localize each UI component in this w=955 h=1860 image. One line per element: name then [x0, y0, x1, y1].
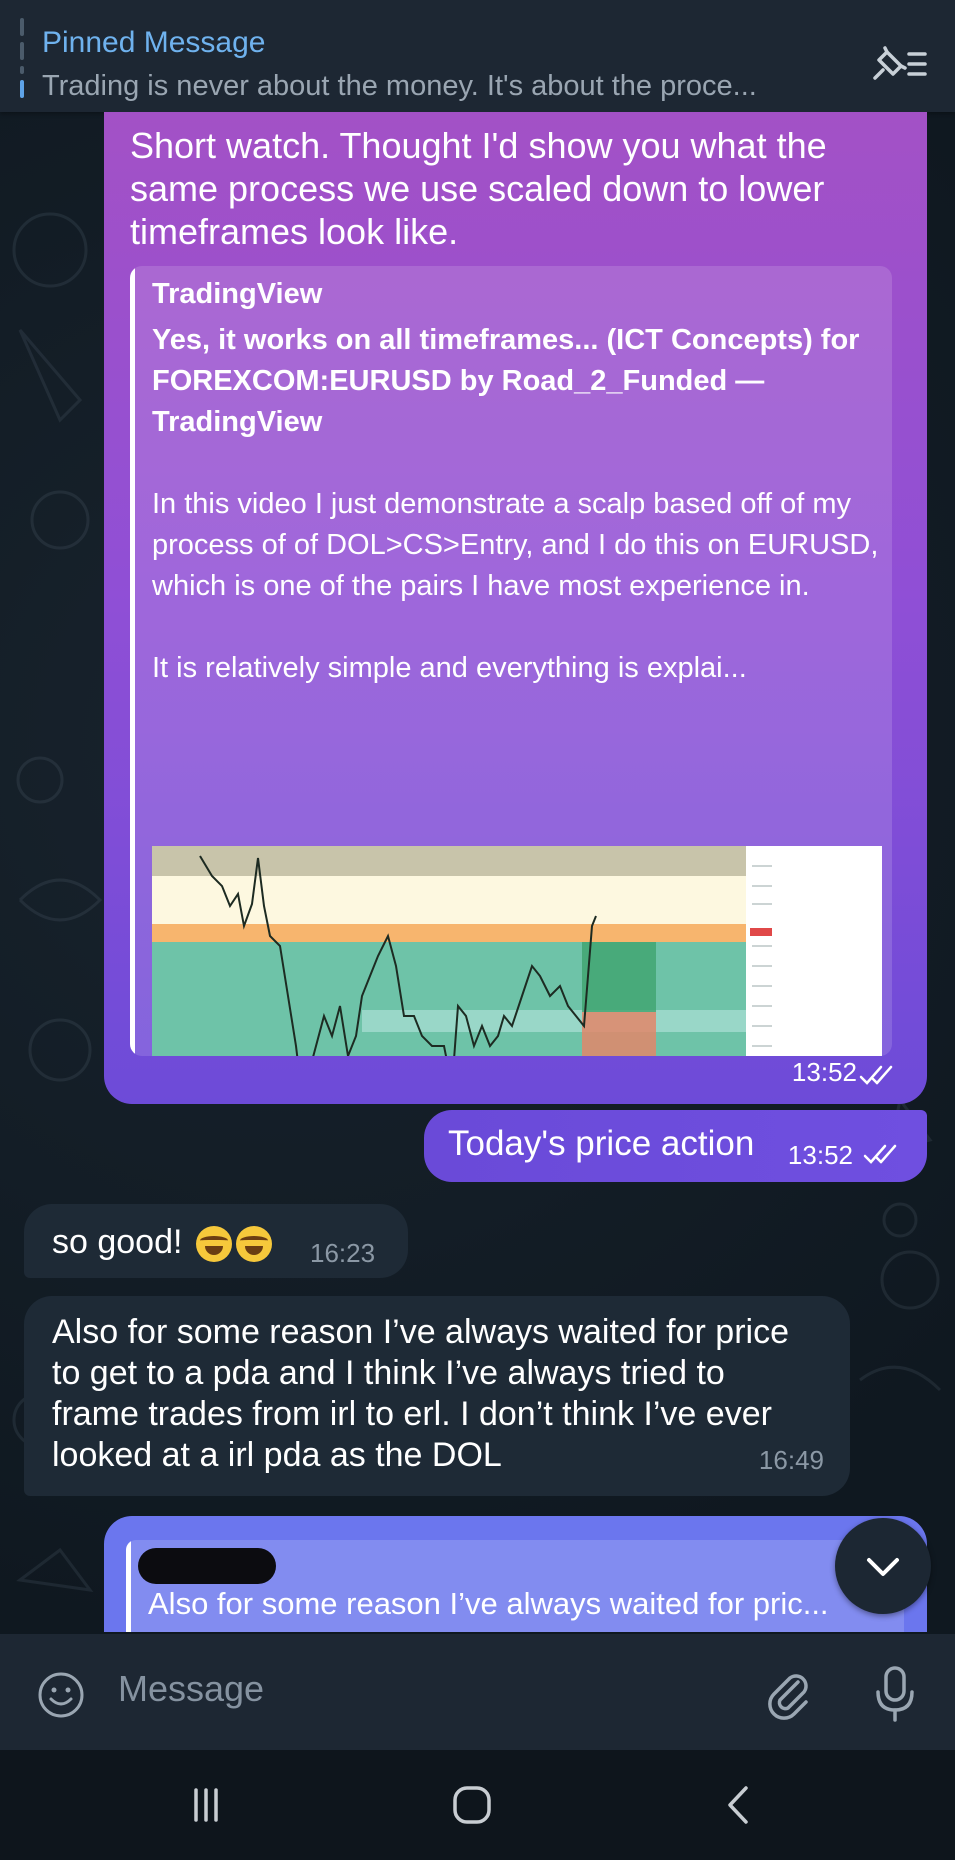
double-check-icon: [859, 1065, 893, 1085]
message-text: so good!: [52, 1223, 183, 1261]
redacted-name: [138, 1548, 276, 1584]
preview-description: In this video I just demonstrate a scalp…: [152, 488, 879, 684]
home-icon[interactable]: [442, 1780, 502, 1830]
pinned-list-icon[interactable]: [869, 44, 929, 84]
incoming-message[interactable]: so good! 16:23: [24, 1204, 408, 1278]
message-input-bar: Message: [0, 1634, 955, 1750]
message-input[interactable]: Message: [118, 1668, 264, 1710]
pinned-title: Pinned Message: [42, 26, 266, 59]
message-time: 13:52: [787, 1140, 853, 1170]
paperclip-icon[interactable]: [760, 1666, 816, 1722]
reply-quote-text: Also for some reason I’ve always waited …: [148, 1586, 829, 1621]
message-text: Short watch. Thought I'd show you what t…: [130, 125, 827, 252]
message-text: Also for some reason I’ve always waited …: [52, 1313, 789, 1474]
outgoing-reply-message[interactable]: Also for some reason I’ve always waited …: [104, 1516, 927, 1632]
smile-icon[interactable]: [36, 1670, 86, 1720]
chevron-down-icon: [867, 1558, 899, 1576]
message-time: 13:52: [791, 1057, 857, 1087]
outgoing-message[interactable]: Short watch. Thought I'd show you what t…: [104, 112, 927, 1104]
double-check-icon: [863, 1144, 897, 1164]
microphone-icon[interactable]: [872, 1664, 918, 1724]
link-preview[interactable]: TradingView Yes, it works on all timefra…: [130, 266, 892, 1056]
preview-title: Yes, it works on all timeframes... (ICT …: [152, 324, 860, 438]
laughing-emoji: [235, 1226, 272, 1263]
back-icon[interactable]: [710, 1780, 770, 1830]
message-time: 16:49: [758, 1445, 824, 1475]
scroll-down-button[interactable]: [835, 1518, 931, 1614]
incoming-message[interactable]: Also for some reason I’ve always waited …: [24, 1296, 850, 1496]
recent-apps-icon[interactable]: [176, 1780, 236, 1830]
pinned-message-bar[interactable]: Pinned Message Trading is never about th…: [0, 0, 955, 112]
pinned-text: Trading is never about the money. It's a…: [42, 70, 757, 102]
pin-indicator: [20, 18, 25, 98]
preview-site-name: TradingView: [152, 278, 323, 310]
message-time: 16:23: [310, 1238, 376, 1268]
laughing-emoji: [195, 1226, 232, 1263]
preview-chart-image[interactable]: [152, 846, 882, 1056]
system-navigation-bar: [0, 1750, 955, 1860]
reply-quote[interactable]: Also for some reason I’ve always waited …: [126, 1540, 904, 1632]
message-text: Today's price action: [448, 1124, 755, 1163]
outgoing-message[interactable]: Today's price action 13:52: [424, 1110, 927, 1182]
